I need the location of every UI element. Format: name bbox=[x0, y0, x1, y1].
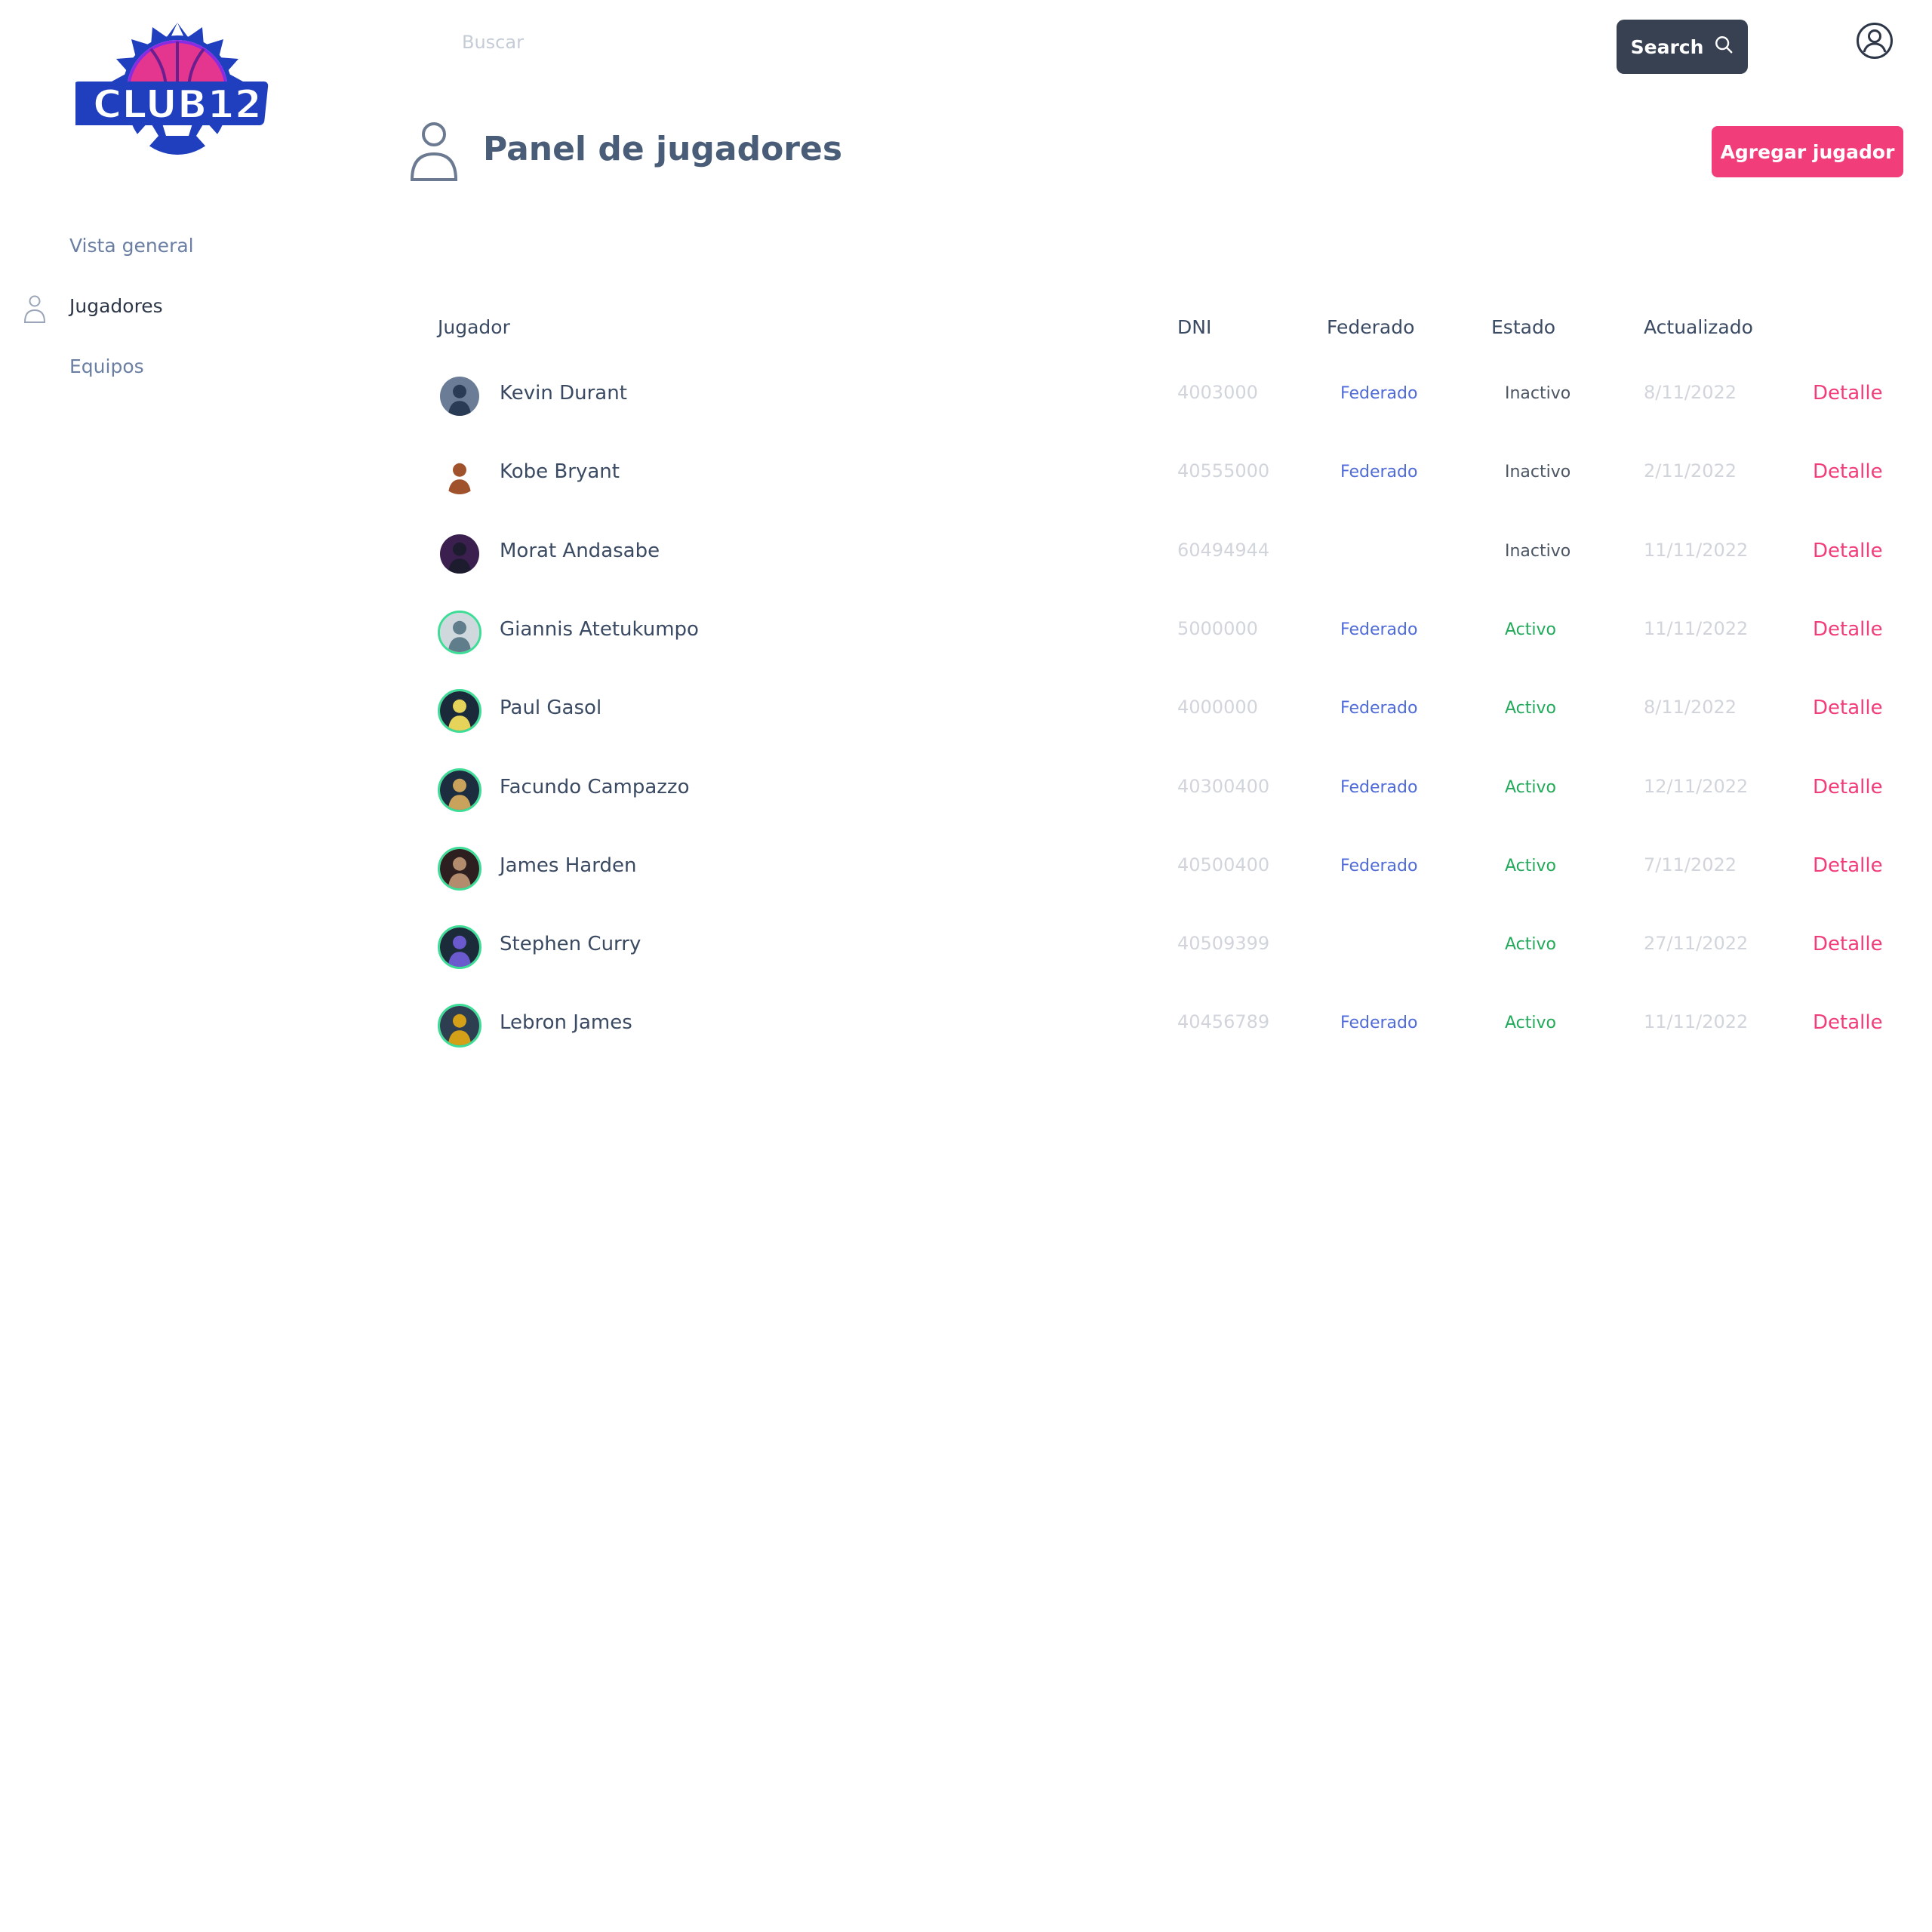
status-badge: Inactivo bbox=[1505, 463, 1571, 481]
column-header-federado: Federado bbox=[1327, 316, 1415, 338]
detail-link[interactable]: Detalle bbox=[1813, 540, 1883, 562]
status-badge: Activo bbox=[1505, 1014, 1556, 1032]
table-row[interactable]: Paul Gasol 4000000 Federado Activo 8/11/2022… bbox=[0, 683, 1932, 743]
table-row[interactable]: Giannis Atetukumpo 5000000 Federado Activo 1… bbox=[0, 605, 1932, 665]
updated-date: 27/11/2022 bbox=[1644, 933, 1749, 954]
updated-date: 11/11/2022 bbox=[1644, 1011, 1749, 1032]
federado-badge: Federado bbox=[1340, 620, 1418, 639]
player-dni: 4000000 bbox=[1177, 697, 1258, 718]
detail-link[interactable]: Detalle bbox=[1813, 618, 1883, 641]
detail-link[interactable]: Detalle bbox=[1813, 382, 1883, 405]
avatar bbox=[438, 689, 481, 733]
status-badge: Activo bbox=[1505, 620, 1556, 639]
search-icon bbox=[1714, 35, 1734, 59]
player-dni: 40555000 bbox=[1177, 460, 1270, 481]
status-badge: Inactivo bbox=[1505, 542, 1571, 561]
club-logo[interactable]: CLUB12 bbox=[69, 23, 279, 181]
federado-badge: Federado bbox=[1340, 857, 1418, 875]
avatar bbox=[438, 453, 481, 497]
logo-text: CLUB12 bbox=[93, 82, 262, 128]
player-name: Lebron James bbox=[500, 1011, 632, 1034]
status-badge: Inactivo bbox=[1505, 384, 1571, 403]
status-badge: Activo bbox=[1505, 935, 1556, 954]
detail-link[interactable]: Detalle bbox=[1813, 933, 1883, 955]
federado-badge: Federado bbox=[1340, 463, 1418, 481]
status-badge: Activo bbox=[1505, 857, 1556, 875]
player-name: Kobe Bryant bbox=[500, 460, 620, 483]
player-name: Morat Andasabe bbox=[500, 540, 660, 562]
player-name: Kevin Durant bbox=[500, 382, 627, 405]
column-header-estado: Estado bbox=[1491, 316, 1556, 338]
player-name: James Harden bbox=[500, 854, 637, 877]
sidebar-item-label: Vista general bbox=[69, 234, 194, 257]
detail-link[interactable]: Detalle bbox=[1813, 776, 1883, 798]
player-name: Stephen Curry bbox=[500, 933, 641, 955]
updated-date: 2/11/2022 bbox=[1644, 460, 1737, 481]
table-row[interactable]: Stephen Curry 40509399 Activo 27/11/2022 Det… bbox=[0, 919, 1932, 980]
player-name: Giannis Atetukumpo bbox=[500, 618, 699, 641]
avatar bbox=[438, 374, 481, 418]
federado-badge: Federado bbox=[1340, 778, 1418, 797]
detail-link[interactable]: Detalle bbox=[1813, 697, 1883, 719]
table-row[interactable]: Kobe Bryant 40555000 Federado Inactivo 2/11/… bbox=[0, 447, 1932, 507]
updated-date: 11/11/2022 bbox=[1644, 540, 1749, 561]
search-button-label: Search bbox=[1630, 35, 1704, 58]
table-row[interactable]: Kevin Durant 4003000 Federado Inactivo 8/11/… bbox=[0, 368, 1932, 429]
user-account-icon[interactable] bbox=[1855, 21, 1894, 60]
player-name: Facundo Campazzo bbox=[500, 776, 690, 798]
player-dni: 40509399 bbox=[1177, 933, 1270, 954]
avatar bbox=[438, 925, 481, 969]
column-header-jugador: Jugador bbox=[438, 316, 510, 338]
add-player-button[interactable]: Agregar jugador bbox=[1712, 126, 1903, 177]
updated-date: 12/11/2022 bbox=[1644, 776, 1749, 797]
table-row[interactable]: James Harden 40500400 Federado Activo 7/11/2… bbox=[0, 841, 1932, 901]
detail-link[interactable]: Detalle bbox=[1813, 1011, 1883, 1034]
status-badge: Activo bbox=[1505, 699, 1556, 718]
federado-badge: Federado bbox=[1340, 1014, 1418, 1032]
avatar bbox=[438, 611, 481, 654]
updated-date: 8/11/2022 bbox=[1644, 697, 1737, 718]
player-dni: 4003000 bbox=[1177, 382, 1258, 403]
club-logo-graphic: CLUB12 bbox=[69, 23, 269, 155]
table-row[interactable]: Lebron James 40456789 Federado Activo 11/11/… bbox=[0, 998, 1932, 1058]
player-name: Paul Gasol bbox=[500, 697, 602, 719]
avatar bbox=[438, 532, 481, 576]
column-header-actualizado: Actualizado bbox=[1644, 316, 1753, 338]
federado-badge: Federado bbox=[1340, 384, 1418, 403]
avatar bbox=[438, 768, 481, 812]
player-dni: 40500400 bbox=[1177, 854, 1270, 875]
updated-date: 8/11/2022 bbox=[1644, 382, 1737, 403]
player-dni: 40456789 bbox=[1177, 1011, 1270, 1032]
avatar bbox=[438, 847, 481, 891]
detail-link[interactable]: Detalle bbox=[1813, 460, 1883, 483]
page-title: Panel de jugadores bbox=[483, 130, 843, 168]
player-dni: 5000000 bbox=[1177, 618, 1258, 639]
player-dni: 60494944 bbox=[1177, 540, 1270, 561]
status-badge: Activo bbox=[1505, 778, 1556, 797]
table-row[interactable]: Facundo Campazzo 40300400 Federado Activo 12… bbox=[0, 762, 1932, 823]
search-button[interactable]: Search bbox=[1617, 20, 1748, 74]
federado-badge: Federado bbox=[1340, 699, 1418, 718]
players-panel-icon bbox=[409, 121, 459, 183]
avatar bbox=[438, 1004, 481, 1048]
search-input[interactable] bbox=[453, 23, 1603, 62]
player-dni: 40300400 bbox=[1177, 776, 1270, 797]
updated-date: 11/11/2022 bbox=[1644, 618, 1749, 639]
table-header: Jugador DNI Federado Estado Actualizado bbox=[0, 313, 1932, 343]
column-header-dni: DNI bbox=[1177, 316, 1212, 338]
detail-link[interactable]: Detalle bbox=[1813, 854, 1883, 877]
updated-date: 7/11/2022 bbox=[1644, 854, 1737, 875]
table-row[interactable]: Morat Andasabe 60494944 Inactivo 11/11/2022… bbox=[0, 526, 1932, 586]
sidebar-item-vista-general[interactable]: Vista general bbox=[0, 215, 317, 275]
